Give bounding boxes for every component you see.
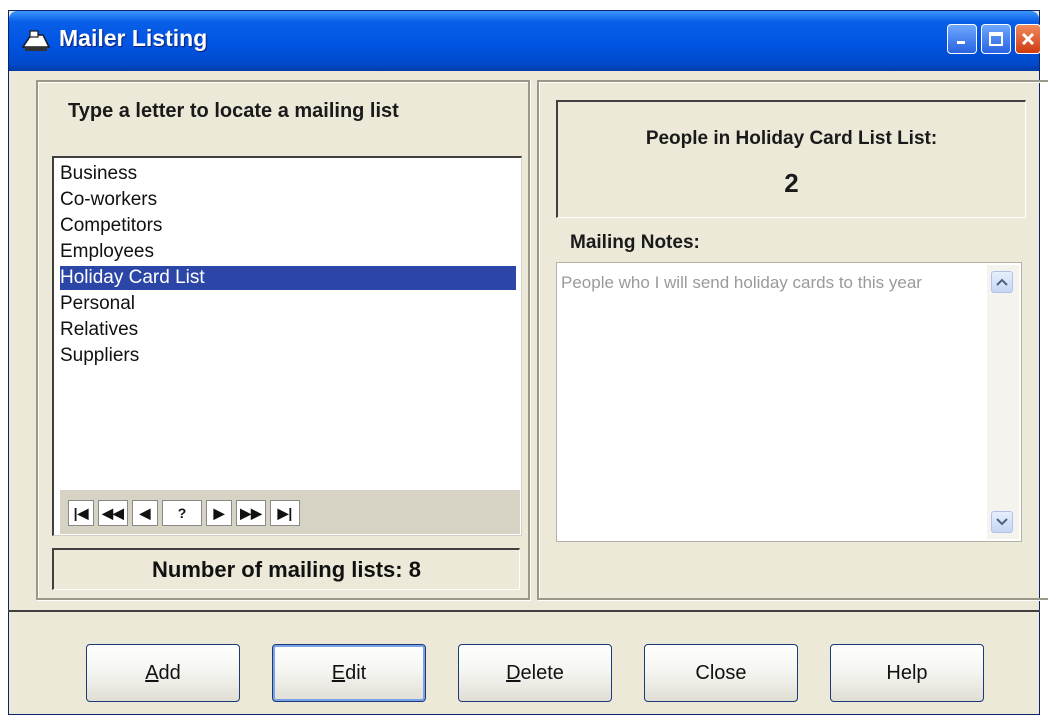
last-record-button[interactable]: ▶| [270,500,300,526]
title-bar[interactable]: Mailer Listing [9,11,1041,71]
mailing-list-item[interactable]: Personal [60,292,516,316]
next-page-button[interactable]: ▶▶ [236,500,266,526]
minimize-icon [957,41,965,44]
close-icon [1021,32,1035,46]
mailing-list-item[interactable]: Suppliers [60,344,516,368]
mailing-notes-label: Mailing Notes: [570,232,700,253]
mailing-notes-text: People who I will send holiday cards to … [561,273,922,292]
window-title: Mailer Listing [59,25,208,51]
people-count-label: People in Holiday Card List List: [645,128,938,149]
navigation-toolbar: |◀ ◀◀ ◀ ? ▶ ▶▶ ▶| [60,490,520,534]
locate-label: Type a letter to locate a mailing list [68,100,399,122]
notes-scrollbar[interactable] [987,265,1019,539]
help-button[interactable]: Help [830,644,984,702]
mailing-list-item[interactable]: Co-workers [60,188,516,212]
first-record-button[interactable]: |◀ [68,500,94,526]
mailing-list-item[interactable]: Employees [60,240,516,264]
mailing-notes-textarea[interactable]: People who I will send holiday cards to … [556,262,1022,542]
people-count-value: 2 [784,168,799,198]
next-record-button[interactable]: ▶ [206,500,232,526]
add-label: dd [158,661,181,684]
scroll-up-button[interactable] [991,271,1013,293]
mailing-list-item[interactable]: Relatives [60,318,516,342]
minimize-button[interactable] [947,24,977,54]
edit-label: dit [345,661,367,684]
delete-button[interactable]: Delete [458,644,612,702]
scroll-down-button[interactable] [991,511,1013,533]
delete-mnemonic: D [506,661,521,684]
delete-label: elete [520,661,564,684]
add-button[interactable]: Add [86,644,240,702]
maximize-icon [989,32,1003,46]
mailing-list-listbox[interactable]: Business Co-workers Competitors Employees Ho… [52,156,522,536]
maximize-button[interactable] [981,24,1011,54]
close-window-button[interactable] [1015,24,1041,54]
mailing-list-item[interactable]: Holiday Card List [60,266,516,290]
edit-mnemonic: E [331,661,346,684]
close-button[interactable]: Close [644,644,798,702]
help-record-button[interactable]: ? [162,500,202,526]
mailing-list-count: Number of mailing lists: 8 [52,548,520,590]
people-count-box: People in Holiday Card List List: 2 [556,100,1026,218]
chevron-up-icon [996,278,1008,286]
prev-page-button[interactable]: ◀◀ [98,500,128,526]
mailing-list-item[interactable]: Competitors [60,214,516,238]
button-bar: Add Edit Delete Close Help [8,610,1040,707]
prev-record-button[interactable]: ◀ [132,500,158,526]
mailbox-icon [21,30,51,51]
edit-button[interactable]: Edit [272,644,426,702]
mailing-list-item[interactable]: Business [60,162,516,186]
chevron-down-icon [996,518,1008,526]
add-mnemonic: A [145,661,159,684]
